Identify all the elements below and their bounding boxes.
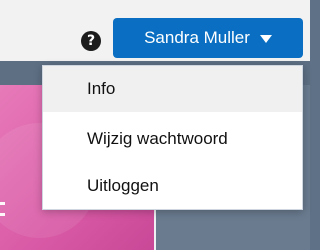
question-circle-icon[interactable]: ? [81, 31, 101, 51]
menu-item-logout[interactable]: Uitloggen [43, 163, 302, 209]
user-menu-button[interactable]: Sandra Muller [113, 18, 303, 58]
user-name: Sandra Muller [144, 28, 250, 47]
card-mark [0, 202, 5, 216]
menu-item-change-password[interactable]: Wijzig wachtwoord [43, 116, 302, 162]
menu-item-info[interactable]: Info [43, 66, 302, 112]
caret-down-icon [259, 35, 272, 43]
user-dropdown-menu: Info Wijzig wachtwoord Uitloggen [42, 65, 303, 210]
